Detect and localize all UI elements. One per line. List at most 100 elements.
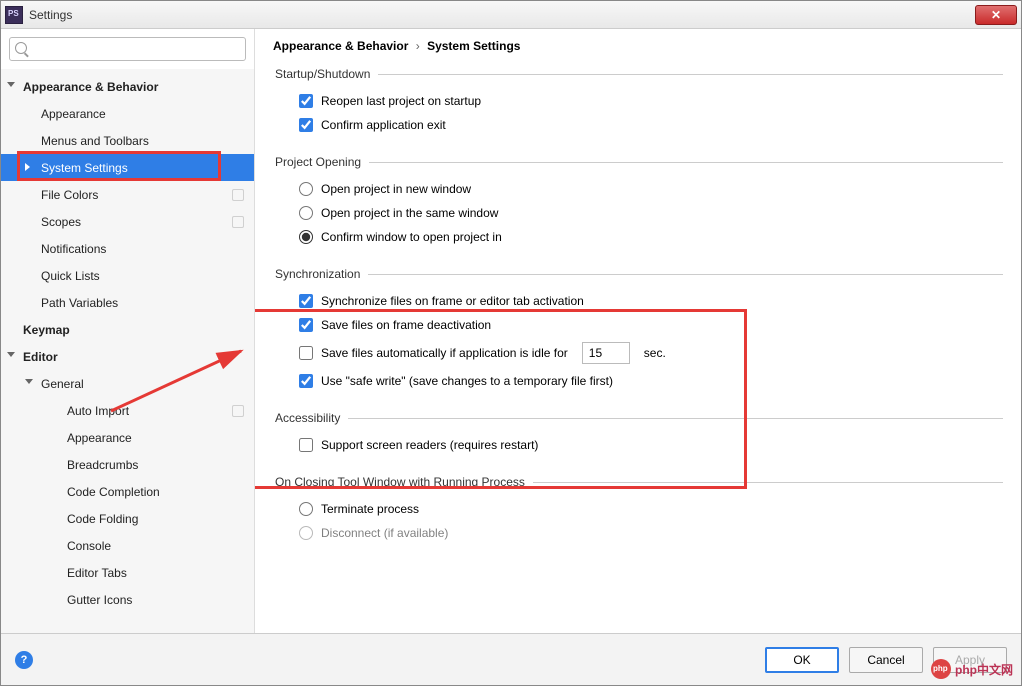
main-panel: Appearance & Behavior › System Settings … <box>255 29 1021 633</box>
tree-label: Quick Lists <box>41 269 100 283</box>
tree-scopes[interactable]: Scopes <box>1 208 254 235</box>
label-new-window: Open project in new window <box>321 182 471 196</box>
radio-same-window[interactable] <box>299 206 313 220</box>
label-disconnect: Disconnect (if available) <box>321 526 448 540</box>
tree-label: Code Completion <box>67 485 160 499</box>
tree-code-completion[interactable]: Code Completion <box>1 478 254 505</box>
tree-label: General <box>41 377 84 391</box>
tree-label: Editor <box>23 350 58 364</box>
bottom-bar: ? OK Cancel Apply <box>1 633 1021 685</box>
label-safe-write: Use "safe write" (save changes to a temp… <box>321 374 613 388</box>
tree-label: Appearance & Behavior <box>23 80 158 94</box>
settings-tree: Appearance & Behavior Appearance Menus a… <box>1 69 254 633</box>
label-confirm: Confirm window to open project in <box>321 230 502 244</box>
legend-startup: Startup/Shutdown <box>273 67 378 81</box>
tree-editor-tabs[interactable]: Editor Tabs <box>1 559 254 586</box>
tree-appearance[interactable]: Appearance <box>1 100 254 127</box>
label-reopen: Reopen last project on startup <box>321 94 481 108</box>
radio-confirm[interactable] <box>299 230 313 244</box>
breadcrumb-sep: › <box>416 39 420 53</box>
checkbox-safe-write[interactable] <box>299 374 313 388</box>
chevron-down-icon <box>7 82 15 87</box>
tree-label: Auto Import <box>67 404 129 418</box>
tree-file-colors[interactable]: File Colors <box>1 181 254 208</box>
tree-breadcrumbs[interactable]: Breadcrumbs <box>1 451 254 478</box>
label-save-frame: Save files on frame deactivation <box>321 318 491 332</box>
legend-access: Accessibility <box>273 411 348 425</box>
tree-quick-lists[interactable]: Quick Lists <box>1 262 254 289</box>
app-icon <box>5 6 23 24</box>
checkbox-screen-readers[interactable] <box>299 438 313 452</box>
tree-label: System Settings <box>41 161 128 175</box>
group-access: Accessibility Support screen readers (re… <box>273 411 1003 461</box>
input-idle[interactable] <box>582 342 630 364</box>
breadcrumb-parent: Appearance & Behavior <box>273 39 408 53</box>
label-save-idle-after: sec. <box>644 346 666 360</box>
chevron-down-icon <box>7 352 15 357</box>
tree-appearance-behavior[interactable]: Appearance & Behavior <box>1 73 254 100</box>
label-sync-frame: Synchronize files on frame or editor tab… <box>321 294 584 308</box>
watermark: php中文网 <box>931 659 1013 679</box>
breadcrumb: Appearance & Behavior › System Settings <box>273 39 1003 53</box>
checkbox-reopen[interactable] <box>299 94 313 108</box>
tree-auto-import[interactable]: Auto Import <box>1 397 254 424</box>
checkbox-save-idle[interactable] <box>299 346 313 360</box>
chevron-down-icon <box>25 379 33 384</box>
tree-label: File Colors <box>41 188 98 202</box>
tree-code-folding[interactable]: Code Folding <box>1 505 254 532</box>
cancel-button[interactable]: Cancel <box>849 647 923 673</box>
tree-label: Path Variables <box>41 296 118 310</box>
tree-label: Keymap <box>23 323 70 337</box>
project-icon <box>232 216 244 228</box>
radio-terminate[interactable] <box>299 502 313 516</box>
search-wrap <box>1 29 254 69</box>
checkbox-sync-frame[interactable] <box>299 294 313 308</box>
tree-general[interactable]: General <box>1 370 254 397</box>
search-input[interactable] <box>9 37 246 61</box>
chevron-right-icon <box>25 163 30 171</box>
radio-new-window[interactable] <box>299 182 313 196</box>
legend-sync: Synchronization <box>273 267 368 281</box>
label-screen-readers: Support screen readers (requires restart… <box>321 438 538 452</box>
group-closing: On Closing Tool Window with Running Proc… <box>273 475 1003 549</box>
group-opening: Project Opening Open project in new wind… <box>273 155 1003 253</box>
tree-label: Editor Tabs <box>67 566 127 580</box>
tree-console[interactable]: Console <box>1 532 254 559</box>
radio-disconnect[interactable] <box>299 526 313 540</box>
group-startup: Startup/Shutdown Reopen last project on … <box>273 67 1003 141</box>
tree-path-variables[interactable]: Path Variables <box>1 289 254 316</box>
window-title: Settings <box>29 8 72 22</box>
ok-button[interactable]: OK <box>765 647 839 673</box>
tree-keymap[interactable]: Keymap <box>1 316 254 343</box>
tree-label: Scopes <box>41 215 81 229</box>
watermark-text: php中文网 <box>955 661 1013 678</box>
watermark-logo-icon <box>931 659 951 679</box>
tree-menus-toolbars[interactable]: Menus and Toolbars <box>1 127 254 154</box>
tree-editor[interactable]: Editor <box>1 343 254 370</box>
tree-appearance2[interactable]: Appearance <box>1 424 254 451</box>
legend-opening: Project Opening <box>273 155 369 169</box>
close-button[interactable]: ✕ <box>975 5 1017 25</box>
group-sync: Synchronization Synchronize files on fra… <box>273 267 1003 397</box>
checkbox-confirm-exit[interactable] <box>299 118 313 132</box>
breadcrumb-current: System Settings <box>427 39 520 53</box>
tree-label: Breadcrumbs <box>67 458 138 472</box>
checkbox-save-frame[interactable] <box>299 318 313 332</box>
content-area: Appearance & Behavior Appearance Menus a… <box>1 29 1021 633</box>
tree-label: Console <box>67 539 111 553</box>
project-icon <box>232 189 244 201</box>
legend-closing: On Closing Tool Window with Running Proc… <box>273 475 533 489</box>
tree-label: Code Folding <box>67 512 138 526</box>
sidebar: Appearance & Behavior Appearance Menus a… <box>1 29 255 633</box>
search-icon <box>15 42 27 54</box>
title-bar: Settings ✕ <box>1 1 1021 29</box>
tree-label: Notifications <box>41 242 106 256</box>
tree-gutter-icons[interactable]: Gutter Icons <box>1 586 254 613</box>
tree-system-settings[interactable]: System Settings <box>1 154 254 181</box>
help-icon[interactable]: ? <box>15 651 33 669</box>
label-terminate: Terminate process <box>321 502 419 516</box>
tree-notifications[interactable]: Notifications <box>1 235 254 262</box>
tree-label: Appearance <box>41 107 106 121</box>
label-save-idle-before: Save files automatically if application … <box>321 346 568 360</box>
project-icon <box>232 405 244 417</box>
